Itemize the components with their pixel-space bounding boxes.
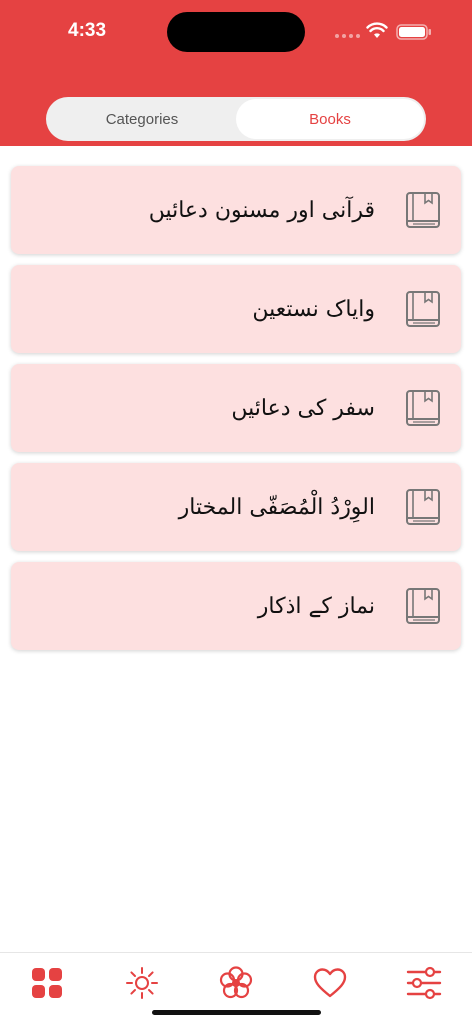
book-icon bbox=[406, 192, 440, 228]
book-card[interactable]: وایاک نستعین bbox=[11, 265, 461, 353]
tab-books[interactable]: Books bbox=[236, 99, 424, 139]
book-list: قرآنی اور مسنون دعائیں وایاک نستعین سفر … bbox=[11, 166, 461, 661]
app-screen: 4:33 Categories Books قرآنی اور مسنون دع… bbox=[0, 0, 472, 1024]
book-icon bbox=[406, 390, 440, 426]
home-indicator bbox=[152, 1010, 321, 1015]
segmented-control: Categories Books bbox=[46, 97, 426, 141]
book-card[interactable]: الوِرْدُ الْمُصَفّی المختار bbox=[11, 463, 461, 551]
cellular-signal-icon bbox=[335, 34, 360, 38]
sliders-icon[interactable] bbox=[406, 965, 442, 1001]
flower-icon[interactable] bbox=[218, 965, 254, 1001]
book-title: نماز کے اذکار bbox=[257, 593, 375, 619]
status-time: 4:33 bbox=[68, 20, 107, 41]
book-title: سفر کی دعائیں bbox=[231, 395, 375, 421]
book-card[interactable]: قرآنی اور مسنون دعائیں bbox=[11, 166, 461, 254]
heart-icon[interactable] bbox=[312, 965, 348, 1001]
sun-icon[interactable] bbox=[124, 965, 160, 1001]
header: 4:33 Categories Books bbox=[0, 0, 472, 146]
book-card[interactable]: نماز کے اذکار bbox=[11, 562, 461, 650]
wifi-icon bbox=[366, 22, 388, 38]
dynamic-island bbox=[167, 12, 305, 52]
book-icon bbox=[406, 291, 440, 327]
book-card[interactable]: سفر کی دعائیں bbox=[11, 364, 461, 452]
tab-categories[interactable]: Categories bbox=[48, 99, 236, 139]
book-icon bbox=[406, 489, 440, 525]
grid-icon[interactable] bbox=[29, 965, 65, 1001]
book-title: قرآنی اور مسنون دعائیں bbox=[148, 197, 375, 223]
book-icon bbox=[406, 588, 440, 624]
book-title: وایاک نستعین bbox=[252, 296, 375, 322]
book-title: الوِرْدُ الْمُصَفّی المختار bbox=[178, 494, 375, 520]
battery-icon bbox=[396, 24, 431, 40]
